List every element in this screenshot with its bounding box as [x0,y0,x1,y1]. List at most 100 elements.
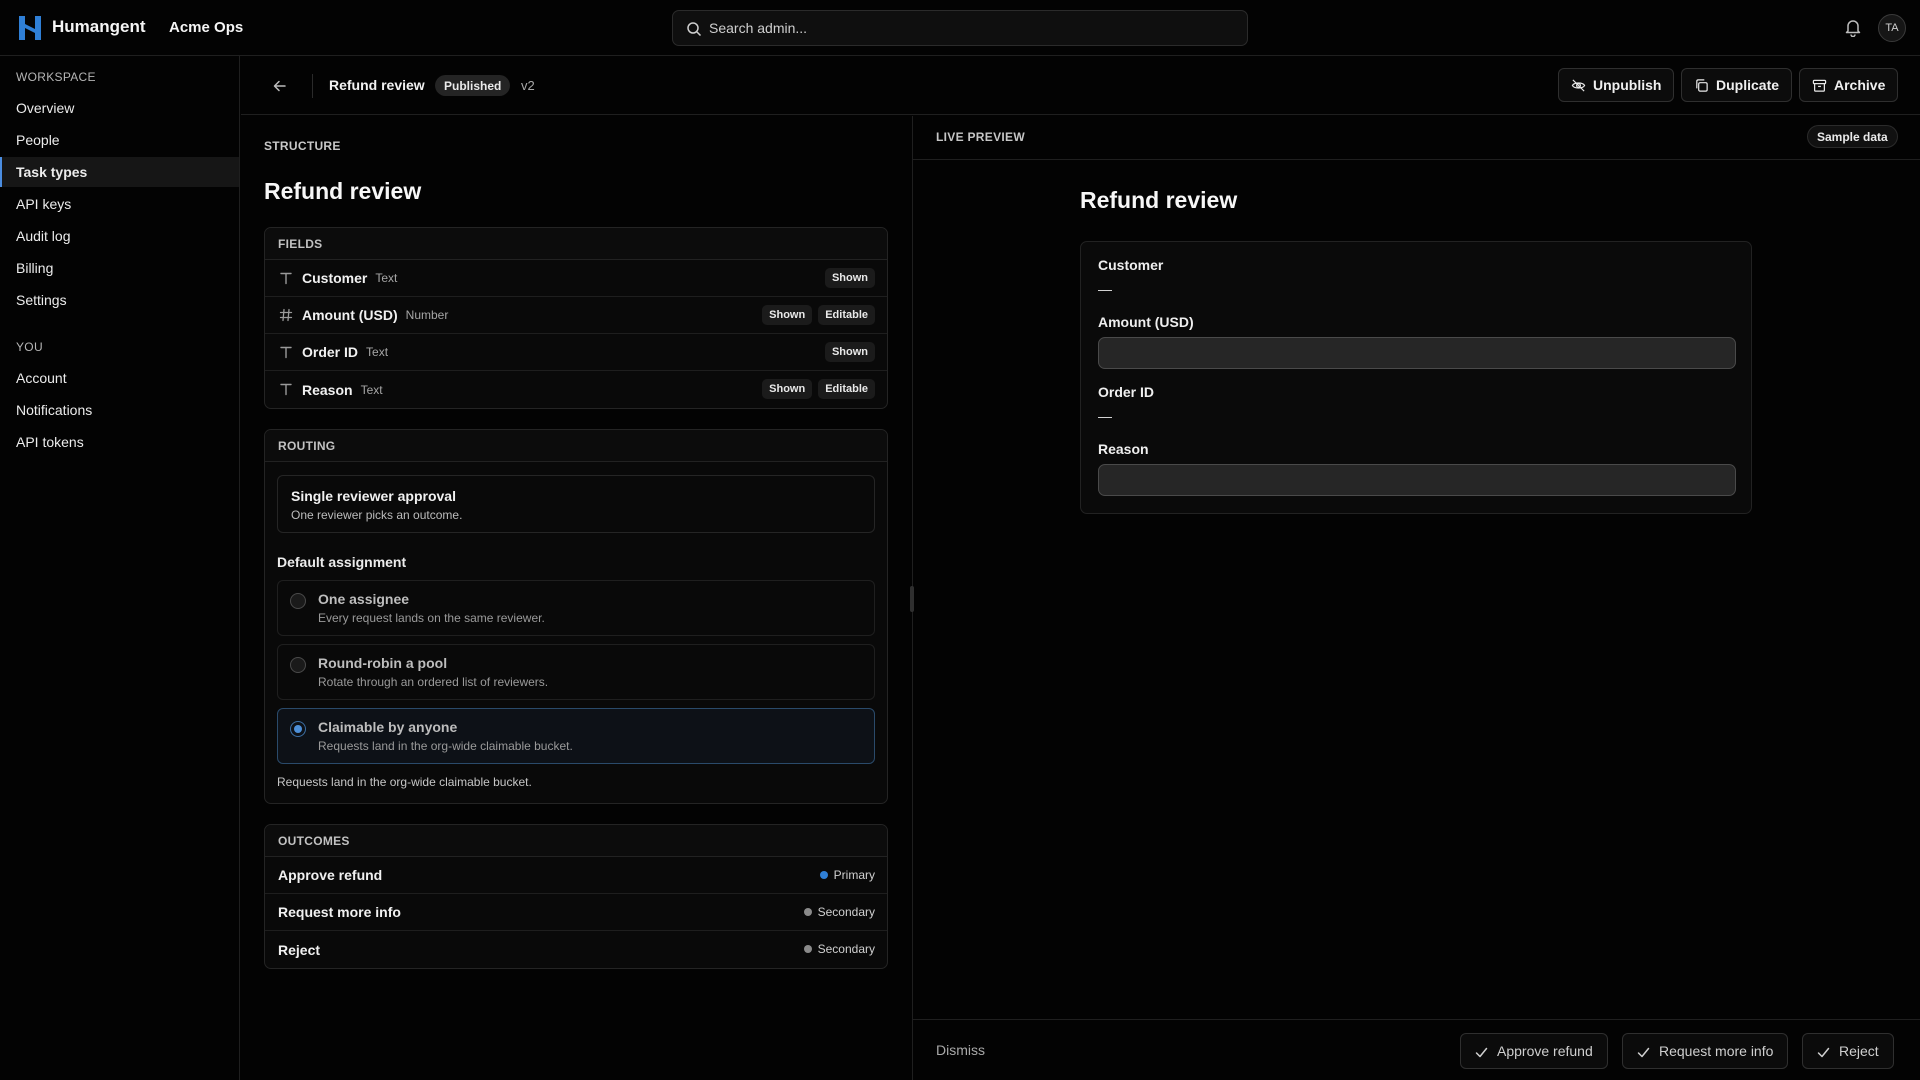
preview-field-label: Order ID [1098,384,1155,400]
radio-button[interactable] [290,593,306,609]
routing-mode-desc: One reviewer picks an outcome. [291,508,463,522]
archive-label: Archive [1834,77,1886,93]
duplicate-button[interactable]: Duplicate [1681,68,1793,102]
outcome-name: Request more info [278,904,401,920]
resize-handle[interactable] [910,586,914,612]
dismiss-button[interactable]: Dismiss [936,1042,985,1058]
sidebar: WORKSPACE Overview People Task types API… [0,56,240,1080]
unpublish-label: Unpublish [1593,77,1662,93]
radio-button[interactable] [290,657,306,673]
primary-dot-icon [819,871,828,879]
field-name: Reason [302,381,353,398]
version-label: v2 [521,78,535,93]
unpublish-button[interactable]: Unpublish [1558,68,1675,102]
chip-shown[interactable]: Shown [762,305,813,325]
sidebar-item-billing[interactable]: Billing [0,253,239,283]
sidebar-item-audit-log[interactable]: Audit log [0,221,239,251]
routing-footnote: Requests land in the org-wide claimable … [277,775,532,789]
field-type: Text [360,382,383,397]
eye-off-icon [1571,79,1586,92]
preview-field-value: — [1098,408,1112,424]
search-input[interactable] [709,20,1247,36]
reason-input[interactable] [1098,464,1736,496]
amount-input[interactable] [1098,337,1736,369]
chip-shown[interactable]: Shown [824,342,875,362]
duplicate-label: Duplicate [1716,77,1780,93]
structure-title: Refund review [264,178,422,204]
preview-field-value: — [1098,281,1112,297]
text-icon [280,272,292,285]
field-row[interactable]: Amount (USD) Number Shown Editable [265,297,887,334]
outcome-row[interactable]: Request more info Secondary [265,894,887,931]
field-row[interactable]: Order ID Text Shown [265,334,887,371]
routing-header: ROUTING [265,430,887,462]
field-row[interactable]: Reason Text Shown Editable [265,371,887,408]
preview-title: Refund review [1080,187,1238,213]
sidebar-item-people[interactable]: People [0,125,239,155]
chip-shown[interactable]: Shown [824,268,875,288]
chip-editable[interactable]: Editable [818,305,875,325]
sidebar-item-overview[interactable]: Overview [0,93,239,123]
archive-button[interactable]: Archive [1799,68,1899,102]
field-type: Text [366,345,389,359]
sidebar-item-task-types[interactable]: Task types [0,157,239,187]
approve-refund-label: Approve refund [1497,1043,1593,1059]
option-title: Claimable by anyone [318,719,458,735]
field-name: Amount (USD) [302,307,398,323]
outcome-row[interactable]: Reject Secondary [265,931,887,968]
assignment-option-claimable[interactable]: Claimable by anyone Requests land in the… [277,708,875,764]
chip-editable[interactable]: Editable [818,379,875,399]
field-name: Order ID [302,344,359,360]
field-name: Customer [302,270,368,286]
avatar[interactable]: TA [1878,14,1906,42]
secondary-dot-icon [803,908,812,916]
sidebar-item-api-tokens[interactable]: API tokens [0,427,239,457]
routing-card: ROUTING Single reviewer approval One rev… [264,429,888,804]
outcomes-header: OUTCOMES [265,825,887,857]
status-badge: Published [435,75,511,96]
radio-button-selected[interactable] [290,721,306,737]
chip-shown[interactable]: Shown [762,379,813,399]
routing-mode-title: Single reviewer approval [291,488,456,504]
assignment-option-one-assignee[interactable]: One assignee Every request lands on the … [277,580,875,636]
field-type: Text [375,271,398,285]
outcome-tag-label: Primary [833,868,875,882]
live-preview-label: LIVE PREVIEW [936,130,1025,144]
outcome-tag-label: Secondary [817,942,875,956]
org-switcher[interactable]: Acme Ops [169,19,243,36]
option-desc: Requests land in the org-wide claimable … [318,739,573,753]
outcome-tag: Primary [819,868,875,882]
routing-mode-box[interactable]: Single reviewer approval One reviewer pi… [277,475,875,533]
sidebar-item-settings[interactable]: Settings [0,285,239,315]
reject-button[interactable]: Reject [1802,1033,1894,1069]
sidebar-item-notifications[interactable]: Notifications [0,395,239,425]
brand-name[interactable]: Humangent [52,17,146,37]
header-divider [312,74,313,98]
sidebar-section-workspace: WORKSPACE [16,70,96,84]
outcome-tag: Secondary [803,905,875,919]
sidebar-item-account[interactable]: Account [0,363,239,393]
request-more-info-label: Request more info [1659,1043,1774,1059]
approve-refund-button[interactable]: Approve refund [1460,1033,1608,1069]
option-title: One assignee [318,591,410,607]
number-icon [279,308,293,322]
bell-icon[interactable] [1843,17,1863,37]
fields-card: FIELDS Customer Text Shown Amount (USD) … [264,227,888,409]
search-box[interactable] [672,10,1248,46]
field-row[interactable]: Customer Text Shown [265,260,887,297]
default-assignment-label: Default assignment [277,554,407,570]
check-icon [1475,1047,1488,1058]
request-more-info-button[interactable]: Request more info [1622,1033,1789,1069]
page-title: Refund review [329,77,425,93]
fields-header: FIELDS [265,228,887,260]
field-type: Number [405,308,449,322]
outcome-name: Reject [278,941,321,958]
option-desc: Rotate through an ordered list of review… [318,675,549,689]
humangent-logo-icon[interactable] [19,16,41,40]
assignment-option-round-robin[interactable]: Round-robin a pool Rotate through an ord… [277,644,875,700]
outcome-row[interactable]: Approve refund Primary [265,857,887,894]
back-arrow-icon[interactable] [271,77,289,95]
outcome-tag: Secondary [803,942,875,956]
sidebar-item-api-keys[interactable]: API keys [0,189,239,219]
sample-data-toggle[interactable]: Sample data [1807,125,1898,148]
